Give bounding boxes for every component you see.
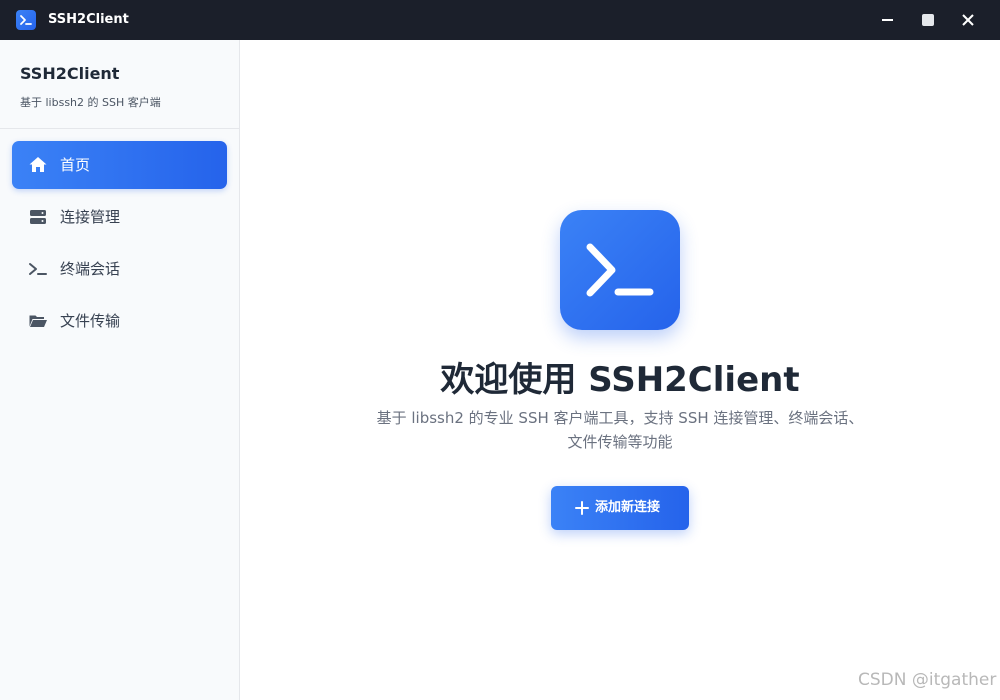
watermark: CSDN @itgather [858,670,997,690]
welcome-title: 欢迎使用 SSH2Client [440,360,800,400]
main-content: 欢迎使用 SSH2Client 基于 libssh2 的专业 SSH 客户端工具… [240,40,1000,700]
brand-header: SSH2Client 基于 libssh2 的 SSH 客户端 [0,40,239,129]
title-bar: SSH2Client [0,0,1000,40]
maximize-icon [922,14,934,26]
sidebar-item-label: 终端会话 [60,260,121,278]
sidebar-item-connections[interactable]: 连接管理 [12,193,227,241]
sidebar-item-file-transfer[interactable]: 文件传输 [12,297,227,345]
terminal-logo-icon [560,210,680,330]
sidebar-item-label: 连接管理 [60,208,121,226]
window-title: SSH2Client [48,12,129,27]
welcome-description-line: 基于 libssh2 的专业 SSH 客户端工具，支持 SSH 连接管理、终端会… [376,409,864,427]
welcome-description: 基于 libssh2 的专业 SSH 客户端工具，支持 SSH 连接管理、终端会… [360,406,880,454]
close-icon [962,14,974,26]
folder-icon [29,315,47,327]
sidebar-item-label: 文件传输 [60,312,121,330]
plus-icon [575,501,589,515]
close-button[interactable] [948,0,988,40]
brand-name: SSH2Client [20,64,120,83]
terminal-icon [29,263,47,275]
terminal-app-icon [16,10,36,30]
minimize-button[interactable] [868,0,908,40]
server-icon [30,210,46,224]
sidebar: SSH2Client 基于 libssh2 的 SSH 客户端 首页 连接管理 … [0,40,240,700]
sidebar-item-terminal[interactable]: 终端会话 [12,245,227,293]
add-connection-label: 添加新连接 [595,500,661,515]
minimize-icon [882,19,893,21]
add-connection-button[interactable]: 添加新连接 [551,486,689,530]
sidebar-item-home[interactable]: 首页 [12,141,227,189]
welcome-description-line: 文件传输等功能 [567,433,673,451]
home-icon [29,157,47,172]
maximize-button[interactable] [908,0,948,40]
sidebar-item-label: 首页 [60,156,91,174]
brand-subtitle: 基于 libssh2 的 SSH 客户端 [20,96,161,109]
